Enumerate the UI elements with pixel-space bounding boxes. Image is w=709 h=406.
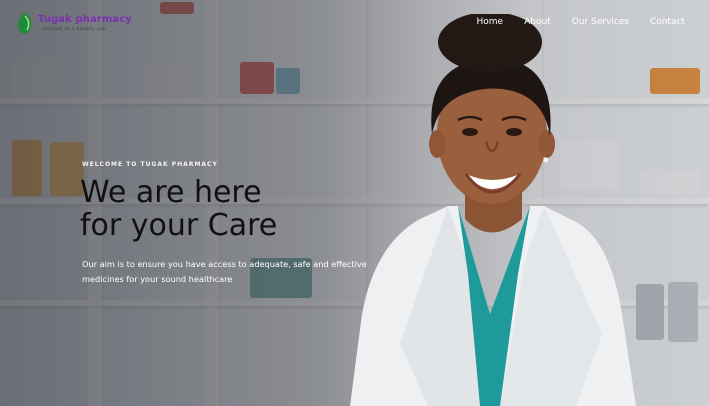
brand-tagline: ...focused on a healthy you [38, 26, 106, 32]
pharmacist-photo [350, 14, 636, 406]
brand-logo[interactable]: Tugak pharmacy ...focused on a healthy y… [15, 10, 132, 36]
nav-our-services[interactable]: Our Services [572, 17, 629, 27]
headline-line-2: for your Care [80, 208, 278, 243]
nav-about[interactable]: About [524, 17, 551, 27]
hero-section: Tugak pharmacy ...focused on a healthy y… [0, 0, 709, 406]
nav-home[interactable]: Home [476, 17, 503, 27]
main-menu: Home About Our Services Contact [476, 17, 685, 27]
hero-eyebrow: WELCOME TO TUGAK PHARMACY [82, 161, 218, 168]
hero-description: Our aim is to ensure you have access to … [82, 259, 367, 284]
headline-line-1: We are here [80, 175, 262, 210]
nav-contact[interactable]: Contact [650, 17, 685, 27]
brand-name: Tugak pharmacy [38, 14, 132, 25]
hero-headline: We are here for your Care [80, 176, 277, 242]
leaf-logo-icon [17, 12, 32, 34]
top-navbar: Tugak pharmacy ...focused on a healthy y… [0, 0, 709, 48]
